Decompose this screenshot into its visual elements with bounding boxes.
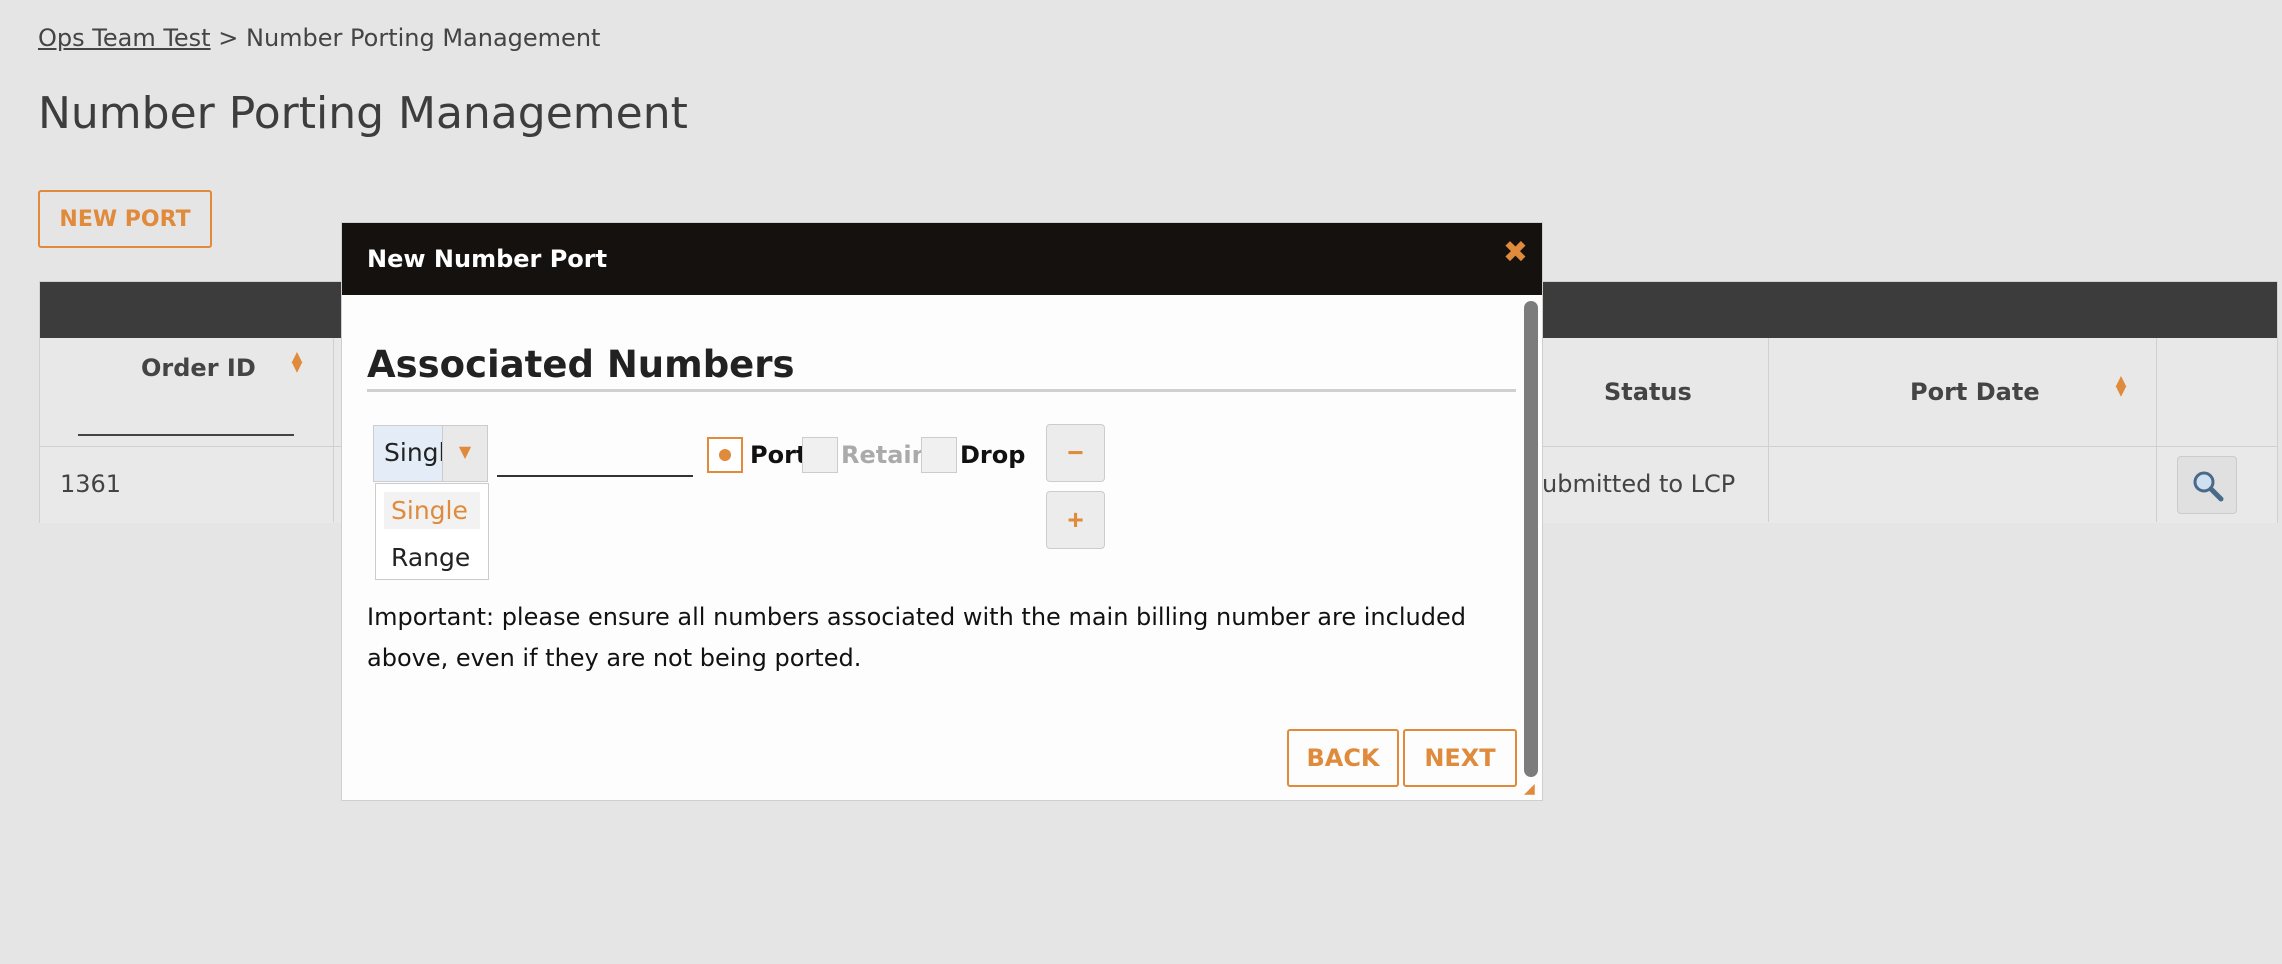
row-search-button[interactable] (2177, 456, 2237, 514)
dropdown-option-range[interactable]: Range (384, 539, 477, 576)
remove-number-button[interactable]: − (1046, 424, 1105, 482)
column-divider (1768, 338, 1769, 522)
number-input[interactable] (497, 433, 693, 477)
dialog-titlebar[interactable]: New Number Port (342, 223, 1542, 295)
dialog-scrollbar[interactable] (1524, 301, 1538, 777)
port-label: Port (750, 441, 808, 469)
section-title: Associated Numbers (367, 343, 795, 386)
new-number-port-dialog: New Number Port ✖ Associated Numbers Sin… (341, 222, 1543, 801)
dropdown-option-single[interactable]: Single (384, 492, 480, 529)
number-type-select[interactable]: Single ▼ (373, 425, 488, 482)
cell-order-id: 1361 (60, 470, 122, 498)
chevron-down-icon[interactable]: ▼ (442, 426, 487, 481)
column-divider (2156, 338, 2157, 522)
column-divider (333, 338, 334, 522)
section-divider (367, 389, 1516, 392)
port-checkbox[interactable] (707, 437, 743, 473)
breadcrumb-current: Number Porting Management (245, 24, 601, 52)
retain-checkbox[interactable] (802, 437, 838, 473)
breadcrumb-parent-link[interactable]: Ops Team Test (38, 24, 211, 52)
column-header-port-date[interactable]: Port Date (1910, 378, 2040, 406)
order-id-filter-field[interactable] (78, 434, 294, 436)
retain-label: Retain (841, 441, 929, 469)
add-number-button[interactable]: + (1046, 491, 1105, 549)
cell-status: ubmitted to LCP (1542, 470, 1736, 498)
breadcrumb: Ops Team Test > Number Porting Managemen… (38, 24, 600, 52)
sort-icon[interactable]: ▲ ▼ (2113, 374, 2129, 400)
drop-checkbox[interactable] (921, 437, 957, 473)
next-button[interactable]: NEXT (1403, 729, 1517, 787)
drop-label: Drop (960, 441, 1026, 469)
number-type-dropdown: Single Range (375, 483, 489, 580)
column-header-order-id[interactable]: Order ID (141, 354, 256, 382)
breadcrumb-separator: > (218, 24, 239, 52)
resize-grip-icon[interactable]: ◢ (1524, 782, 1540, 798)
page-title: Number Porting Management (38, 88, 688, 139)
close-icon[interactable]: ✖ (1503, 235, 1528, 270)
new-port-button[interactable]: NEW PORT (38, 190, 212, 248)
column-header-status[interactable]: Status (1604, 378, 1692, 406)
number-type-value: Single (384, 438, 442, 467)
dialog-title: New Number Port (367, 245, 608, 273)
important-note: Important: please ensure all numbers ass… (367, 603, 1466, 672)
sort-icon[interactable]: ▲ ▼ (289, 350, 305, 376)
plus-icon: + (1067, 504, 1084, 535)
search-icon (2193, 471, 2224, 502)
back-button[interactable]: BACK (1287, 729, 1399, 787)
minus-icon: − (1067, 437, 1084, 468)
